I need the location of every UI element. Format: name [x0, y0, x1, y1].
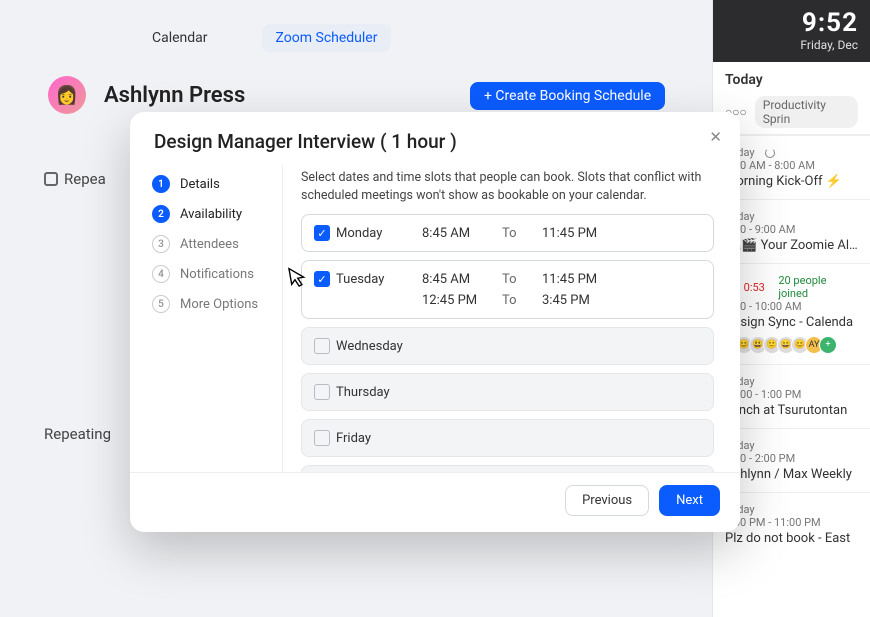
day-card-tuesday[interactable]: Tuesday 8:45 AM To 11:45 PM 12:45 PM To …	[301, 260, 714, 319]
time-to[interactable]: 11:45 PM	[542, 272, 622, 287]
day-card-friday[interactable]: Friday	[301, 419, 714, 457]
checkbox-thursday[interactable]	[314, 384, 330, 400]
close-icon[interactable]: ✕	[709, 128, 722, 146]
time-from[interactable]: 8:45 AM	[422, 226, 502, 241]
checkbox-friday[interactable]	[314, 430, 330, 446]
time-to[interactable]: 11:45 PM	[542, 226, 622, 241]
day-card-wednesday[interactable]: Wednesday	[301, 327, 714, 365]
time-from[interactable]: 12:45 PM	[422, 293, 502, 308]
step-availability[interactable]: 2Availability	[148, 199, 282, 229]
day-card-saturday[interactable]: Saturday	[301, 465, 714, 472]
step-more-options[interactable]: 5More Options	[148, 289, 282, 319]
step-details[interactable]: 1Details	[148, 169, 282, 199]
modal-overlay: Design Manager Interview ( 1 hour ) ✕ 1D…	[0, 0, 870, 617]
step-list: 1Details 2Availability 3Attendees 4Notif…	[148, 165, 282, 472]
step-attendees[interactable]: 3Attendees	[148, 229, 282, 259]
previous-button[interactable]: Previous	[565, 485, 649, 516]
booking-schedule-modal: Design Manager Interview ( 1 hour ) ✕ 1D…	[130, 112, 740, 532]
day-card-monday[interactable]: Monday 8:45 AM To 11:45 PM	[301, 214, 714, 252]
checkbox-monday[interactable]	[314, 225, 330, 241]
panel-description: Select dates and time slots that people …	[301, 169, 714, 204]
next-button[interactable]: Next	[659, 485, 720, 516]
time-from[interactable]: 8:45 AM	[422, 272, 502, 287]
time-to[interactable]: 3:45 PM	[542, 293, 622, 308]
checkbox-wednesday[interactable]	[314, 338, 330, 354]
day-card-thursday[interactable]: Thursday	[301, 373, 714, 411]
step-notifications[interactable]: 4Notifications	[148, 259, 282, 289]
checkbox-tuesday[interactable]	[314, 271, 330, 287]
modal-title: Design Manager Interview ( 1 hour )	[130, 112, 740, 165]
availability-panel: Select dates and time slots that people …	[282, 165, 734, 472]
